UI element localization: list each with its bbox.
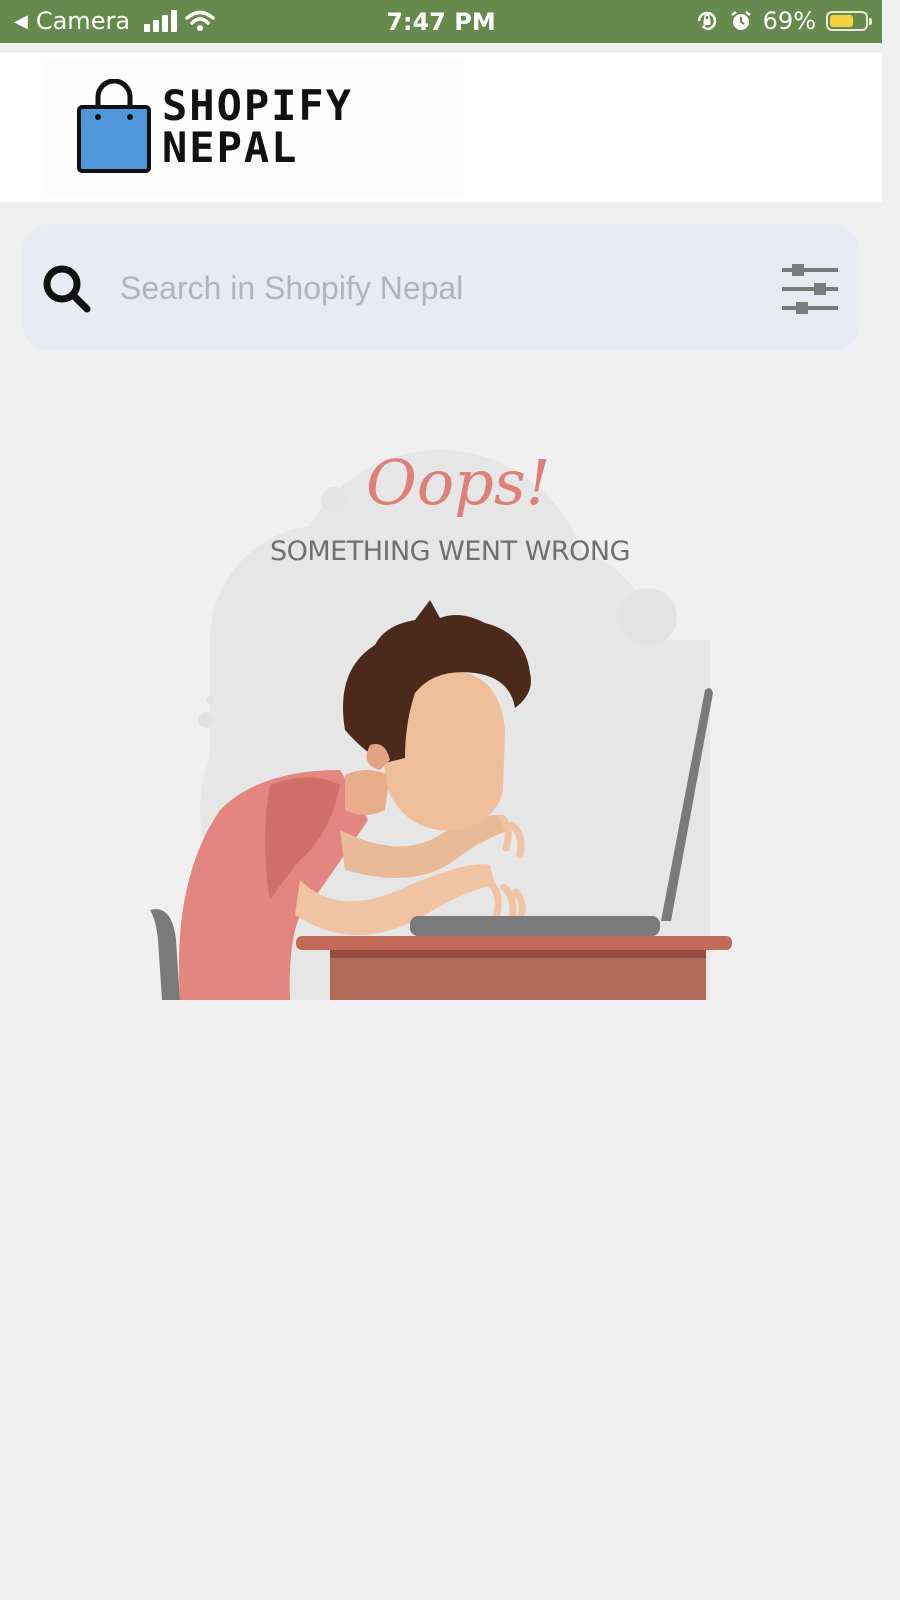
frustrated-person-at-laptop-illustration xyxy=(150,450,732,1000)
rotation-lock-icon xyxy=(697,11,716,31)
logo-line-2: NEPAL xyxy=(162,123,299,172)
logo-text: SHOPIFY NEPAL xyxy=(162,85,353,169)
error-title: Oops! xyxy=(366,446,551,519)
logo[interactable]: SHOPIFY NEPAL xyxy=(42,61,464,197)
search-bar[interactable] xyxy=(22,224,860,351)
shopping-bag-icon xyxy=(77,79,151,173)
battery-icon xyxy=(826,11,872,31)
error-illustration: Oops! SOMETHING WENT WRONG xyxy=(140,440,740,1000)
filter-sliders-icon[interactable] xyxy=(782,264,838,314)
battery-percent: 69% xyxy=(762,7,816,35)
status-bar: ◀ Camera 7:47 PM 69% xyxy=(0,0,882,43)
alarm-icon xyxy=(730,11,751,30)
search-icon[interactable] xyxy=(42,264,92,314)
logo-line-1: SHOPIFY xyxy=(162,81,354,130)
search-input[interactable] xyxy=(118,254,762,322)
app-header: SHOPIFY NEPAL xyxy=(0,53,882,202)
error-message: SOMETHING WENT WRONG xyxy=(269,536,631,567)
